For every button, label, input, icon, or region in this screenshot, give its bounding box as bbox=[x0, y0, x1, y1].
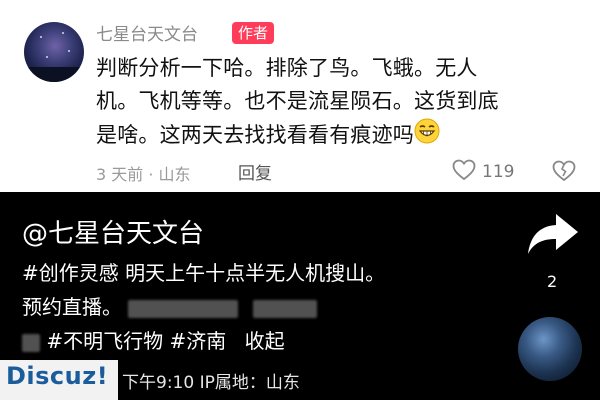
share-icon bbox=[524, 214, 582, 264]
share-count: 2 bbox=[547, 272, 558, 291]
like-count: 119 bbox=[482, 162, 515, 182]
author-badge: 作者 bbox=[232, 22, 275, 44]
star-dot bbox=[62, 32, 64, 34]
comment-text: 判断分析一下哈。排除了鸟。飞蛾。无人 机。飞机等等。也不是流星陨石。这货到底 是… bbox=[96, 52, 576, 154]
avatar[interactable] bbox=[24, 22, 84, 82]
heart-icon bbox=[452, 159, 476, 185]
like-button[interactable]: 119 bbox=[452, 159, 514, 185]
desc-line-2: 预约直播。 bbox=[22, 290, 492, 324]
star-dot bbox=[68, 50, 70, 52]
star-dot bbox=[40, 36, 42, 38]
desc-line-3: #不明飞行物 #济南 收起 bbox=[22, 324, 492, 358]
desc-tags[interactable]: #不明飞行物 #济南 bbox=[46, 329, 226, 353]
comment-line-2: 机。飞机等等。也不是流星陨石。这货到底 bbox=[96, 89, 499, 113]
time-location: 下午9:10 IP属地：山东 bbox=[122, 373, 300, 393]
redacted-text bbox=[128, 299, 239, 318]
video-account[interactable]: @七星台天文台 bbox=[22, 213, 204, 250]
redacted-text bbox=[252, 299, 317, 318]
video-description: #创作灵感 明天上午十点半无人机搜山。 预约直播。 #不明飞行物 #济南 收起 bbox=[22, 256, 492, 358]
star-dot bbox=[46, 56, 48, 58]
laugh-emoji-icon bbox=[414, 118, 440, 154]
comment-username[interactable]: 七星台天文台 bbox=[96, 20, 198, 45]
desc-line-2-start: 预约直播。 bbox=[22, 295, 122, 319]
avatar-hill bbox=[24, 67, 84, 82]
reply-button[interactable]: 回复 bbox=[238, 159, 272, 184]
comment-line-3-text: 是啥。这两天去找找看看有痕迹吗 bbox=[96, 123, 414, 147]
comment-line-1: 判断分析一下哈。排除了鸟。飞蛾。无人 bbox=[96, 56, 478, 80]
collapse-button[interactable]: 收起 bbox=[245, 329, 285, 353]
broken-heart-icon bbox=[552, 160, 576, 186]
dislike-button[interactable] bbox=[552, 160, 576, 186]
desc-line-1: #创作灵感 明天上午十点半无人机搜山。 bbox=[22, 261, 386, 285]
redacted-text bbox=[22, 333, 40, 352]
share-button[interactable] bbox=[524, 210, 582, 264]
comment-card: 七星台天文台 作者 判断分析一下哈。排除了鸟。飞蛾。无人 机。飞机等等。也不是流… bbox=[0, 0, 600, 192]
comment-line-3: 是啥。这两天去找找看看有痕迹吗 bbox=[96, 118, 576, 154]
music-disc-icon[interactable] bbox=[518, 317, 582, 381]
discuz-watermark: Discuz! bbox=[6, 362, 109, 390]
comment-meta: 3 天前 · 山东 bbox=[96, 165, 191, 184]
